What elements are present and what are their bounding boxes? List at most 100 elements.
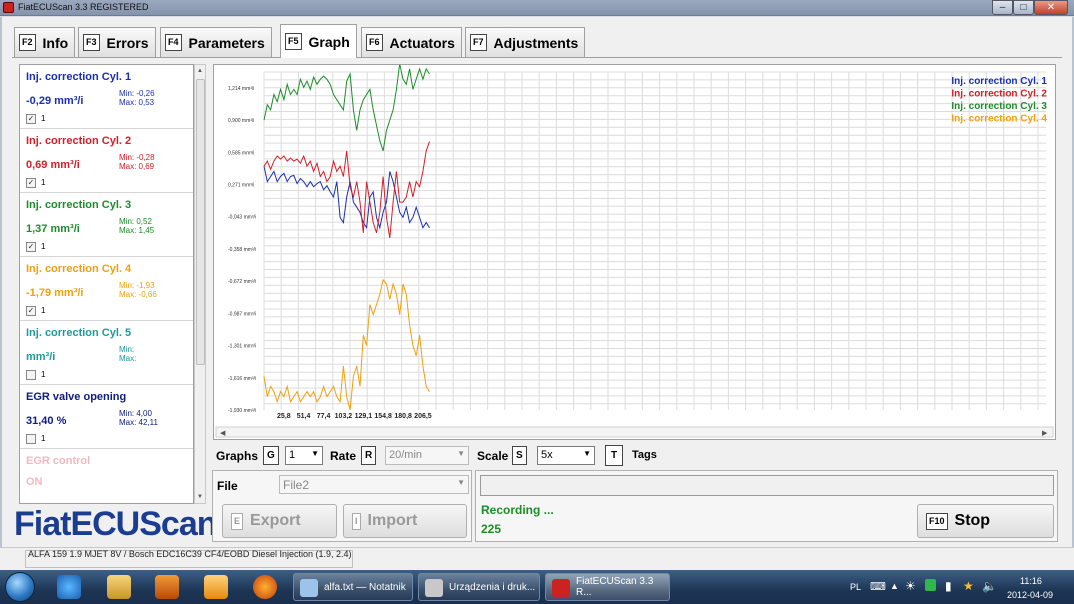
parameter-item[interactable]: EGR valve opening 31,40 % Min: 4,00 Max:… — [20, 385, 193, 449]
y-tick-label: 0,900 mm³/i — [228, 118, 254, 124]
task-label: FiatECUScan 3.3 R... — [576, 576, 654, 598]
export-button[interactable]: E Export — [222, 504, 337, 538]
parameter-min: Min: 0,52 — [119, 217, 152, 226]
parameter-scrollbar[interactable]: ▲ ▼ — [194, 64, 206, 504]
parameter-min: Min: 4,00 — [119, 409, 152, 418]
scroll-right-icon: ▶ — [1042, 430, 1048, 437]
task-label: alfa.txt — Notatnik — [324, 581, 406, 593]
tab-parameters[interactable]: F4 Parameters — [160, 27, 272, 57]
firefox-icon[interactable] — [253, 575, 277, 599]
parameter-item[interactable]: Inj. correction Cyl. 3 1,37 mm³/i Min: 0… — [20, 193, 193, 257]
graphs-select-value: 1 — [289, 449, 296, 461]
scroll-up-icon[interactable]: ▲ — [197, 68, 203, 74]
parameter-name: Inj. correction Cyl. 2 — [26, 135, 132, 147]
parameter-item-disabled: EGR control ON — [20, 449, 193, 503]
parameter-max: Max: 0,69 — [119, 162, 155, 171]
volume-icon[interactable]: 🔈 — [982, 579, 997, 593]
chevron-down-icon: ▼ — [457, 449, 465, 458]
parameter-item[interactable]: Inj. correction Cyl. 1 -0,29 mm³/i Min: … — [20, 65, 193, 129]
tab-key: F2 — [19, 34, 36, 51]
parameter-name: Inj. correction Cyl. 3 — [26, 199, 132, 211]
task-fiatecuscan[interactable]: FiatECUScan 3.3 R... — [545, 573, 670, 601]
import-key: I — [352, 512, 361, 530]
show-hidden-icons-icon[interactable]: ▲ — [890, 581, 899, 591]
chart-grid — [263, 71, 1046, 410]
tab-key: F3 — [83, 34, 100, 51]
scroll-thumb[interactable] — [196, 79, 205, 365]
y-tick-label: -0,043 mm³/i — [228, 215, 256, 221]
tab-label: Adjustments — [493, 34, 579, 51]
scroll-down-icon[interactable]: ▼ — [197, 494, 203, 500]
internet-explorer-icon[interactable] — [57, 575, 81, 599]
clock-date[interactable]: 2012-04-09 — [1007, 590, 1053, 600]
scale-select[interactable]: 5x ▼ — [537, 446, 595, 465]
parameter-name: Inj. correction Cyl. 1 — [26, 71, 132, 83]
keyboard-icon[interactable]: ⌨ — [870, 580, 886, 593]
sun-icon[interactable]: ☀ — [905, 579, 916, 593]
tab-label: Graph — [308, 33, 350, 50]
tab-adjustments[interactable]: F7 Adjustments — [465, 27, 586, 57]
parameter-checkbox[interactable]: ✓ — [26, 242, 36, 252]
parameter-name: Inj. correction Cyl. 4 — [26, 263, 132, 275]
tab-divider — [12, 57, 1062, 58]
tab-graph[interactable]: F5 Graph — [280, 24, 357, 58]
series-line — [263, 63, 430, 152]
legend-entry: Inj. correction Cyl. 1 — [951, 76, 1047, 87]
y-tick-label: -1,616 mm³/i — [228, 376, 256, 382]
progress-bar — [480, 475, 1054, 496]
parameter-item[interactable]: Inj. correction Cyl. 5 mm³/i Min: Max: 1 — [20, 321, 193, 385]
minimize-button[interactable]: – — [992, 0, 1013, 15]
battery-status-icon[interactable] — [925, 579, 936, 591]
network-icon[interactable]: ★ — [963, 579, 974, 593]
parameter-checkbox[interactable] — [26, 370, 36, 380]
app-icon — [3, 2, 14, 13]
import-button[interactable]: I Import — [343, 504, 467, 538]
parameter-max: Max: — [119, 354, 137, 363]
notepad-icon — [300, 579, 318, 597]
task-devices[interactable]: Urządzenia i druk... — [418, 573, 540, 601]
parameter-min: Min: — [119, 345, 135, 354]
parameter-item[interactable]: Inj. correction Cyl. 4 -1,79 mm³/i Min: … — [20, 257, 193, 321]
tab-actuators[interactable]: F6 Actuators — [361, 27, 462, 57]
parameter-graph-number: 1 — [41, 242, 46, 251]
language-indicator[interactable]: PL — [850, 582, 861, 592]
fiatecuscan-icon — [552, 579, 570, 597]
tab-errors[interactable]: F3 Errors — [78, 27, 156, 57]
parameter-checkbox[interactable]: ✓ — [26, 114, 36, 124]
y-tick-label: -0,987 mm³/i — [228, 311, 256, 317]
y-tick-label: -1,301 mm³/i — [228, 344, 256, 350]
x-tick-label: 129,1 — [355, 413, 373, 420]
stop-button[interactable]: F10 Stop — [917, 504, 1054, 538]
graphs-select[interactable]: 1 ▼ — [285, 446, 323, 465]
x-tick-label: 25,8 — [277, 413, 291, 420]
parameter-checkbox[interactable] — [26, 434, 36, 444]
parameter-value: -0,29 mm³/i — [26, 95, 84, 107]
task-notepad[interactable]: alfa.txt — Notatnik — [293, 573, 413, 601]
parameter-item[interactable]: Inj. correction Cyl. 2 0,69 mm³/i Min: -… — [20, 129, 193, 193]
parameter-max: Max: -0,66 — [119, 290, 157, 299]
graph-chart: 1,214 mm³/i 0,900 mm³/i 0,585 mm³/i 0,271 m… — [215, 63, 1054, 438]
tab-info[interactable]: F2 Info — [14, 27, 76, 57]
parameter-checkbox[interactable]: ✓ — [26, 178, 36, 188]
tags-label: Tags — [632, 449, 657, 461]
x-tick-label: 51,4 — [297, 413, 311, 420]
file-select[interactable]: File2 ▼ — [279, 475, 469, 494]
rate-key: R — [361, 446, 377, 465]
power-icon[interactable]: ▮ — [945, 579, 952, 593]
maximize-button[interactable]: □ — [1013, 0, 1034, 15]
clock-time[interactable]: 11:16 — [1020, 576, 1042, 586]
messenger-icon[interactable] — [204, 575, 228, 599]
start-button[interactable] — [5, 572, 35, 602]
rate-label: Rate — [330, 449, 357, 463]
scale-select-value: 5x — [541, 449, 553, 461]
rate-select[interactable]: 20/min ▼ — [385, 446, 469, 465]
explorer-folder-icon[interactable] — [107, 575, 131, 599]
parameter-checkbox[interactable]: ✓ — [26, 306, 36, 316]
tags-key[interactable]: T — [605, 445, 624, 466]
graphs-key: G — [263, 446, 279, 465]
x-axis-ticks: 25,8 51,4 77,4 103,2 129,1 154,8 180,8 206,5 — [277, 413, 432, 420]
close-button[interactable]: ✕ — [1034, 0, 1068, 15]
media-player-icon[interactable] — [155, 575, 179, 599]
series-line — [263, 166, 430, 230]
printer-icon — [425, 579, 443, 597]
